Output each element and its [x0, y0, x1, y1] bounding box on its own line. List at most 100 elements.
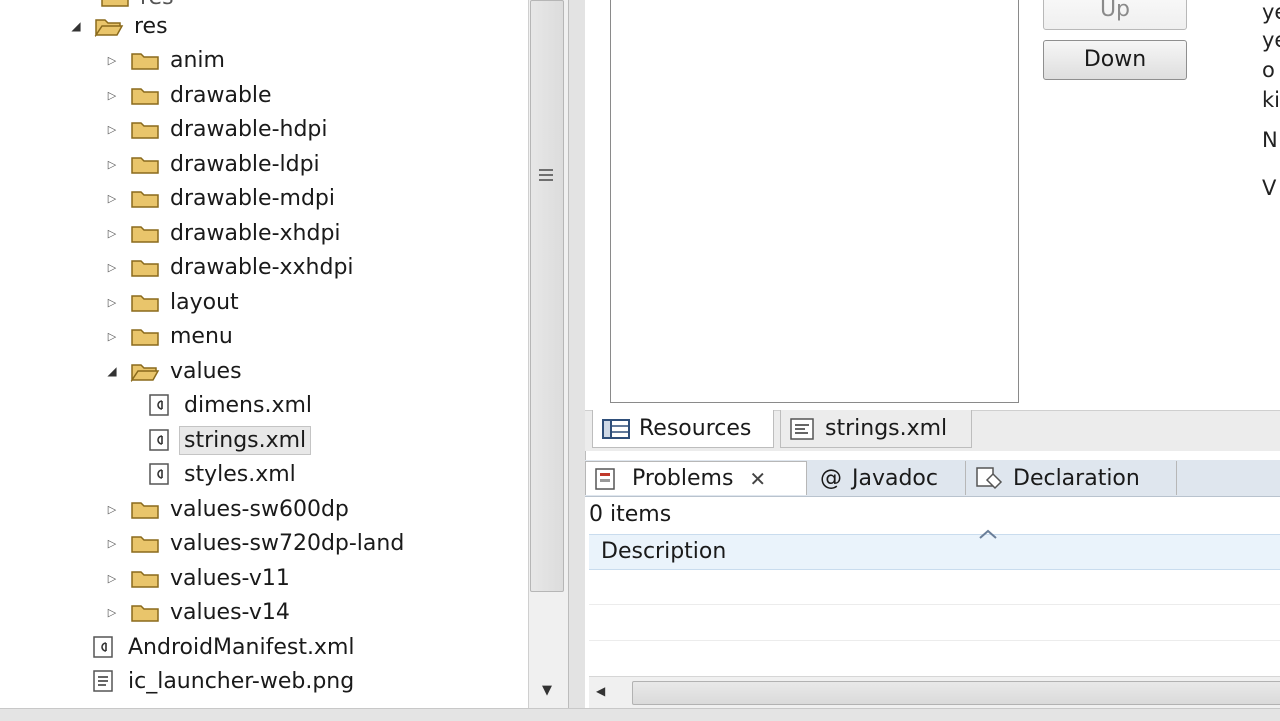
folder-icon [131, 295, 159, 312]
folder-open-icon [130, 364, 160, 382]
tab-label: Declaration [1013, 465, 1140, 491]
collapsed-arrow-icon[interactable]: ▷ [102, 89, 122, 102]
folder-icon [131, 88, 159, 105]
tree-item[interactable]: styles.xml [140, 457, 296, 491]
xml-file-icon [149, 429, 169, 451]
tree-item[interactable]: ic_launcher-web.png [84, 664, 354, 698]
xml-file-icon [93, 636, 113, 658]
truncated-text: N [1262, 128, 1278, 152]
tab-strings-xml[interactable]: strings.xml [780, 410, 972, 448]
javadoc-icon: @ [820, 465, 842, 491]
xml-file-icon [149, 394, 169, 416]
grip-icon [539, 169, 553, 181]
folder-icon [131, 260, 159, 277]
table-gridline [589, 640, 1280, 641]
column-header-description[interactable]: Description [589, 534, 1280, 570]
tree-item[interactable]: ▷ values-v14 [102, 595, 290, 629]
tab-label: Problems [632, 466, 734, 491]
tree-item-label: styles.xml [184, 461, 296, 487]
resource-list[interactable] [610, 0, 1019, 403]
tree-item[interactable]: AndroidManifest.xml [84, 630, 355, 664]
xml-file-icon [149, 463, 169, 485]
close-icon[interactable]: ✕ [749, 467, 766, 491]
tree-item-label: strings.xml [179, 425, 312, 455]
tab-problems[interactable]: Problems ✕ [585, 461, 807, 495]
tree-item-label: values-v11 [170, 565, 290, 591]
tree-item[interactable]: ◢ values [102, 354, 242, 388]
tree-item-label: layout [170, 289, 239, 315]
collapsed-arrow-icon[interactable]: ▷ [102, 537, 122, 550]
tree-item-label: anim [170, 47, 225, 73]
collapsed-arrow-icon[interactable]: ▷ [102, 227, 122, 240]
tree-item-label: drawable-ldpi [170, 151, 320, 177]
collapsed-arrow-icon[interactable]: ▷ [102, 572, 122, 585]
collapsed-arrow-icon[interactable]: ▷ [102, 261, 122, 274]
tree-item[interactable]: ▷ values-sw720dp-land [102, 526, 405, 560]
sort-ascending-icon [979, 529, 997, 539]
collapsed-arrow-icon[interactable]: ▷ [102, 296, 122, 309]
tree-item[interactable]: strings.xml [140, 423, 312, 457]
tree-item[interactable]: ▷ drawable-xhdpi [102, 216, 341, 250]
tree-item-label: values-sw600dp [170, 496, 349, 522]
scroll-down-arrow-icon[interactable]: ▼ [536, 680, 558, 702]
collapsed-arrow-icon[interactable]: ▷ [102, 503, 122, 516]
tree-item[interactable]: ▷ drawable-ldpi [102, 147, 320, 181]
tree-item-label: AndroidManifest.xml [128, 634, 355, 660]
folder-icon [101, 0, 129, 7]
collapsed-arrow-icon[interactable]: ▷ [102, 123, 122, 136]
collapsed-arrow-icon[interactable]: ▷ [102, 158, 122, 171]
status-bar [0, 708, 1280, 721]
truncated-text: ye [1262, 28, 1280, 52]
tree-item[interactable]: ▷ drawable [102, 78, 272, 112]
horizontal-scrollbar-thumb[interactable] [632, 681, 1280, 705]
tree-item-label: drawable-xxhdpi [170, 254, 354, 280]
tree-item[interactable]: dimens.xml [140, 388, 312, 422]
scroll-left-arrow-icon[interactable]: ◀ [596, 680, 616, 702]
truncated-text: ye [1262, 0, 1280, 24]
folder-icon [131, 226, 159, 243]
folder-icon [131, 157, 159, 174]
explorer-scrollbar-thumb[interactable] [530, 0, 564, 592]
tree-item-label: dimens.xml [184, 392, 313, 418]
tree-item[interactable]: ◢ res [66, 9, 167, 43]
tree-item-label: drawable-hdpi [170, 116, 328, 142]
tree-item-label: values [170, 358, 242, 384]
column-header-label: Description [601, 539, 727, 564]
collapsed-arrow-icon[interactable]: ▷ [102, 192, 122, 205]
collapsed-arrow-icon[interactable]: ▷ [102, 54, 122, 67]
problems-summary: 0 items [589, 502, 672, 527]
problems-icon [595, 467, 615, 490]
tab-javadoc[interactable]: @ Javadoc [808, 461, 966, 495]
folder-icon [131, 571, 159, 588]
tree-item-label: ic_launcher-web.png [128, 668, 355, 694]
folder-icon [131, 122, 159, 139]
tab-label: Resources [639, 416, 752, 441]
expanded-arrow-icon[interactable]: ◢ [66, 19, 86, 33]
expanded-arrow-icon[interactable]: ◢ [102, 364, 122, 378]
table-gridline [589, 604, 1280, 605]
package-explorer: res ◢res▷anim▷drawable▷drawable-hdpi▷dra… [0, 0, 528, 708]
tree-item[interactable]: ▷ drawable-hdpi [102, 112, 328, 146]
tree-item[interactable]: ▷ values-sw600dp [102, 492, 349, 526]
collapsed-arrow-icon[interactable]: ▷ [102, 330, 122, 343]
tree-item[interactable]: ▷ drawable-xxhdpi [102, 250, 354, 284]
tab-resources[interactable]: Resources [592, 410, 774, 448]
up-button[interactable]: Up [1043, 0, 1187, 30]
tree-item-label: values-sw720dp-land [170, 530, 405, 556]
resources-table-icon [602, 418, 630, 439]
tab-declaration[interactable]: Declaration [967, 461, 1177, 495]
tree-item[interactable]: ▷ values-v11 [102, 561, 290, 595]
tab-label: strings.xml [825, 416, 948, 441]
folder-icon [131, 502, 159, 519]
pane-divider[interactable] [568, 0, 586, 720]
down-button[interactable]: Down [1043, 40, 1187, 80]
tree-item[interactable]: ▷ menu [102, 319, 233, 353]
tree-item[interactable]: ▷ drawable-mdpi [102, 181, 335, 215]
tree-item-label: values-v14 [170, 599, 290, 625]
tree-item[interactable]: ▷ anim [102, 43, 225, 77]
tree-item-label: drawable [170, 82, 272, 108]
folder-icon [131, 191, 159, 208]
collapsed-arrow-icon[interactable]: ▷ [102, 606, 122, 619]
tree-item[interactable]: ▷ layout [102, 285, 239, 319]
xml-source-icon [790, 417, 814, 440]
